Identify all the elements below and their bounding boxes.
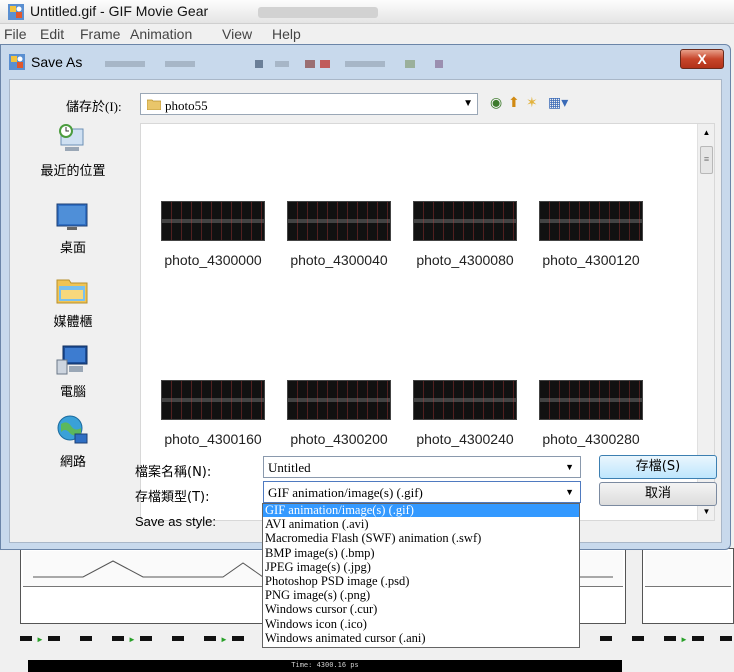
app-title-bar[interactable]: Untitled.gif - GIF Movie Gear — [0, 0, 734, 24]
save-in-value: photo55 — [165, 98, 208, 113]
file-name: photo_4300000 — [164, 252, 262, 268]
save-in-combo[interactable]: photo55 ▼ — [140, 93, 478, 115]
menu-edit[interactable]: Edit — [40, 26, 64, 42]
network-icon — [57, 415, 88, 444]
computer-icon — [56, 345, 88, 375]
filetype-option[interactable]: Macromedia Flash (SWF) animation (.swf) — [263, 532, 579, 545]
frame-time-caption: Time: 4300.16 ps — [28, 660, 622, 672]
menu-help[interactable]: Help — [272, 26, 301, 42]
file-name: photo_4300040 — [290, 252, 388, 268]
file-name: photo_4300200 — [290, 431, 388, 447]
save-in-label: 儲存於(I): — [66, 99, 122, 114]
place-label: 媒體櫃 — [53, 315, 93, 330]
libraries-icon — [56, 279, 88, 304]
filetype-label: 存檔類型(T): — [135, 490, 210, 505]
filetype-option[interactable]: AVI animation (.avi) — [263, 517, 579, 531]
filetype-option[interactable]: PNG image(s) (.png) — [263, 588, 579, 602]
menu-animation[interactable]: Animation — [130, 26, 192, 42]
place-recent[interactable]: 最近的位置 — [18, 123, 128, 183]
save-button[interactable]: 存檔(S) — [599, 455, 717, 479]
file-name: photo_4300080 — [416, 252, 514, 268]
frame-thumbnail — [645, 551, 731, 587]
gif-movie-gear-icon — [8, 4, 24, 23]
save-as-style-label: Save as style: — [135, 514, 216, 529]
chevron-down-icon[interactable]: ▼ — [565, 487, 574, 497]
chevron-down-icon[interactable]: ▼ — [463, 98, 473, 109]
scrollbar-thumb[interactable]: ≡ — [700, 146, 713, 174]
place-label: 最近的位置 — [40, 164, 106, 179]
filetype-dropdown-list[interactable]: GIF animation/image(s) (.gif) AVI animat… — [262, 503, 580, 648]
file-thumbnail — [539, 380, 643, 420]
places-bar: 最近的位置 桌面 媒體櫃 電腦 網路 — [18, 123, 128, 513]
filetype-option[interactable]: Windows animated cursor (.ani) — [263, 631, 579, 645]
view-menu-icon[interactable]: ▦▾ — [548, 94, 568, 111]
filename-value: Untitled — [268, 460, 311, 475]
filetype-option[interactable]: GIF animation/image(s) (.gif) — [263, 503, 579, 518]
filetype-select[interactable]: GIF animation/image(s) (.gif) ▼ — [263, 481, 581, 503]
place-label: 電腦 — [59, 385, 86, 400]
filetype-option[interactable]: BMP image(s) (.bmp) — [263, 546, 579, 560]
background-toolbar-ghost — [105, 60, 443, 68]
frame-panel[interactable] — [642, 548, 734, 624]
filename-input[interactable]: Untitled ▼ — [263, 456, 581, 478]
place-libraries[interactable]: 媒體櫃 — [18, 274, 128, 334]
filename-label: 檔案名稱(N): — [135, 465, 212, 480]
file-name: photo_4300160 — [164, 431, 262, 447]
filetype-option[interactable]: Windows cursor (.cur) — [263, 603, 579, 616]
dialog-title: Save As — [31, 54, 83, 70]
dialog-title-bar[interactable]: Save As X — [1, 45, 730, 79]
recent-places-icon — [59, 124, 84, 151]
menu-bar: File Edit Frame Animation View Help — [0, 24, 734, 44]
place-label: 網路 — [59, 455, 86, 470]
folder-icon — [146, 98, 162, 113]
file-thumbnail — [413, 201, 517, 241]
file-name: photo_4300120 — [542, 252, 640, 268]
filetype-option[interactable]: JPEG image(s) (.jpg) — [263, 560, 579, 574]
app-title: Untitled.gif - GIF Movie Gear — [30, 3, 209, 19]
gif-movie-gear-icon — [9, 54, 25, 73]
menu-view[interactable]: View — [222, 26, 252, 42]
save-as-dialog: Save As X 儲存於(I): photo55 ▼ ◉ ⬆ ✶ ▦▾ 最近的… — [0, 44, 731, 550]
filetype-value: GIF animation/image(s) (.gif) — [268, 485, 423, 500]
scroll-down-icon[interactable]: ▼ — [698, 507, 714, 516]
place-desktop[interactable]: 桌面 — [18, 200, 128, 260]
file-name: photo_4300280 — [542, 431, 640, 447]
filetype-option[interactable]: Windows icon (.ico) — [263, 617, 579, 631]
new-folder-icon[interactable]: ✶ — [526, 94, 538, 111]
file-thumbnail — [413, 380, 517, 420]
place-network[interactable]: 網路 — [18, 414, 128, 474]
scroll-up-icon[interactable]: ▲ — [698, 128, 714, 137]
up-folder-icon[interactable]: ⬆ — [508, 94, 520, 111]
title-bar-blur — [258, 7, 378, 18]
cancel-button[interactable]: 取消 — [599, 482, 717, 506]
back-icon[interactable]: ◉ — [490, 94, 502, 111]
file-thumbnail — [161, 201, 265, 241]
file-name: photo_4300240 — [416, 431, 514, 447]
file-thumbnail — [287, 380, 391, 420]
place-label: 桌面 — [59, 241, 86, 256]
chevron-down-icon[interactable]: ▼ — [565, 462, 574, 472]
file-thumbnail — [161, 380, 265, 420]
desktop-icon — [56, 203, 88, 230]
menu-frame[interactable]: Frame — [80, 26, 120, 42]
file-thumbnail — [539, 201, 643, 241]
place-computer[interactable]: 電腦 — [18, 344, 128, 404]
filetype-option[interactable]: Photoshop PSD image (.psd) — [263, 574, 579, 588]
file-thumbnail — [287, 201, 391, 241]
menu-file[interactable]: File — [4, 26, 27, 42]
dialog-close-button[interactable]: X — [680, 49, 724, 69]
